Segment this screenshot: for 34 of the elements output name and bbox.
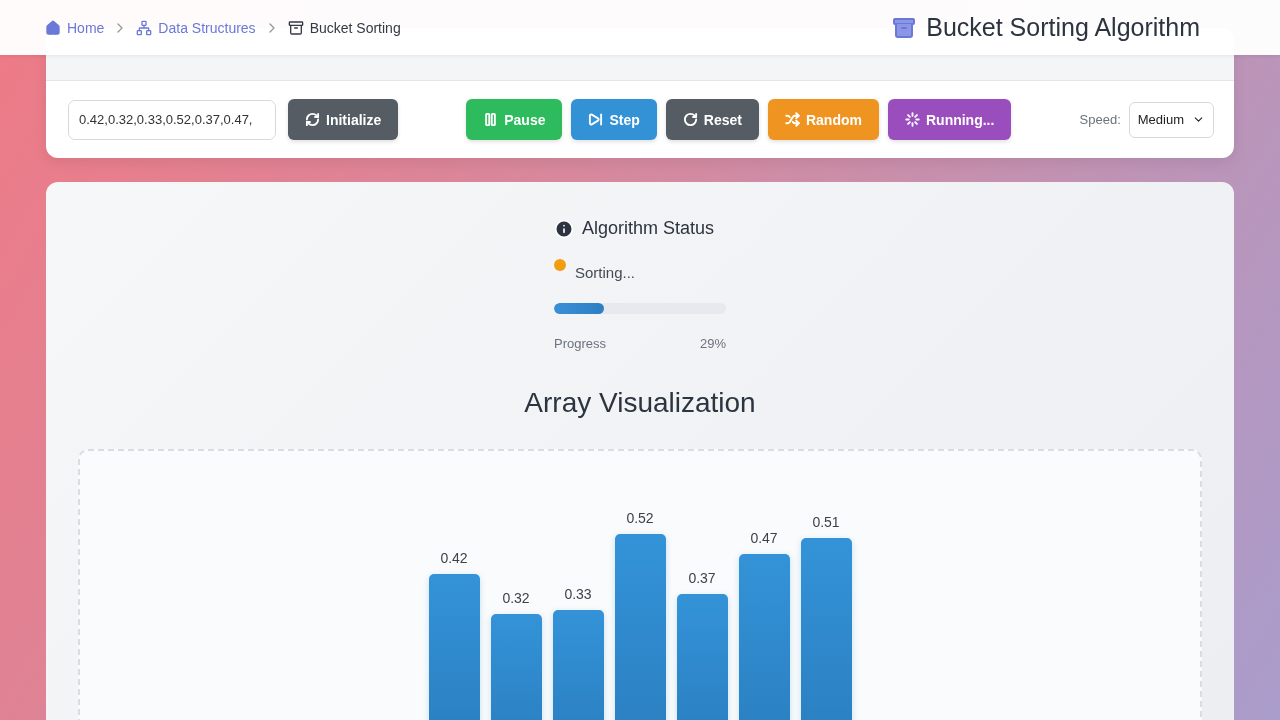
- refresh-icon: [305, 112, 320, 127]
- archive-icon: [287, 19, 304, 36]
- running-button[interactable]: Running...: [887, 99, 1012, 140]
- speed-select[interactable]: Medium: [1128, 101, 1214, 138]
- pause-icon: [483, 112, 499, 127]
- bar-value: 0.47: [750, 530, 778, 546]
- breadcrumb-link[interactable]: Home: [45, 19, 105, 36]
- speed-label: Speed:: [1079, 112, 1121, 127]
- page-title: Bucket Sorting Algorithm: [926, 13, 1200, 42]
- initialize-button[interactable]: Initialize: [288, 99, 399, 140]
- bar-value: 0.33: [564, 586, 592, 602]
- section-title: Array Visualization: [524, 387, 756, 419]
- progress-label: Progress: [554, 336, 607, 351]
- status-text: Sorting...: [575, 264, 636, 281]
- info-icon: [554, 218, 574, 239]
- bar-value: 0.52: [626, 510, 654, 526]
- bar-value: 0.42: [440, 550, 468, 566]
- array-input-field[interactable]: 0.42,0.32,0.33,0.52,0.37,0.47,: [68, 99, 276, 140]
- step-icon: [588, 112, 604, 127]
- progress-value: 29%: [699, 336, 726, 351]
- reset-icon: [682, 112, 698, 127]
- spinner-icon: [904, 112, 920, 127]
- home-icon: [45, 19, 61, 36]
- bar-value: 0.51: [812, 514, 840, 530]
- shuffle-icon: [784, 112, 800, 127]
- archive-icon: [892, 15, 917, 40]
- bar-value: 0.37: [688, 570, 716, 586]
- reset-button[interactable]: Reset: [665, 99, 759, 140]
- network-icon: [136, 19, 153, 36]
- breadcrumb-link[interactable]: Bucket Sorting: [287, 19, 401, 36]
- step-button[interactable]: Step: [571, 99, 657, 140]
- bar-value: 0.32: [502, 590, 530, 606]
- breadcrumb-link[interactable]: Data Structures: [136, 19, 256, 36]
- status-title: Algorithm Status: [582, 218, 715, 239]
